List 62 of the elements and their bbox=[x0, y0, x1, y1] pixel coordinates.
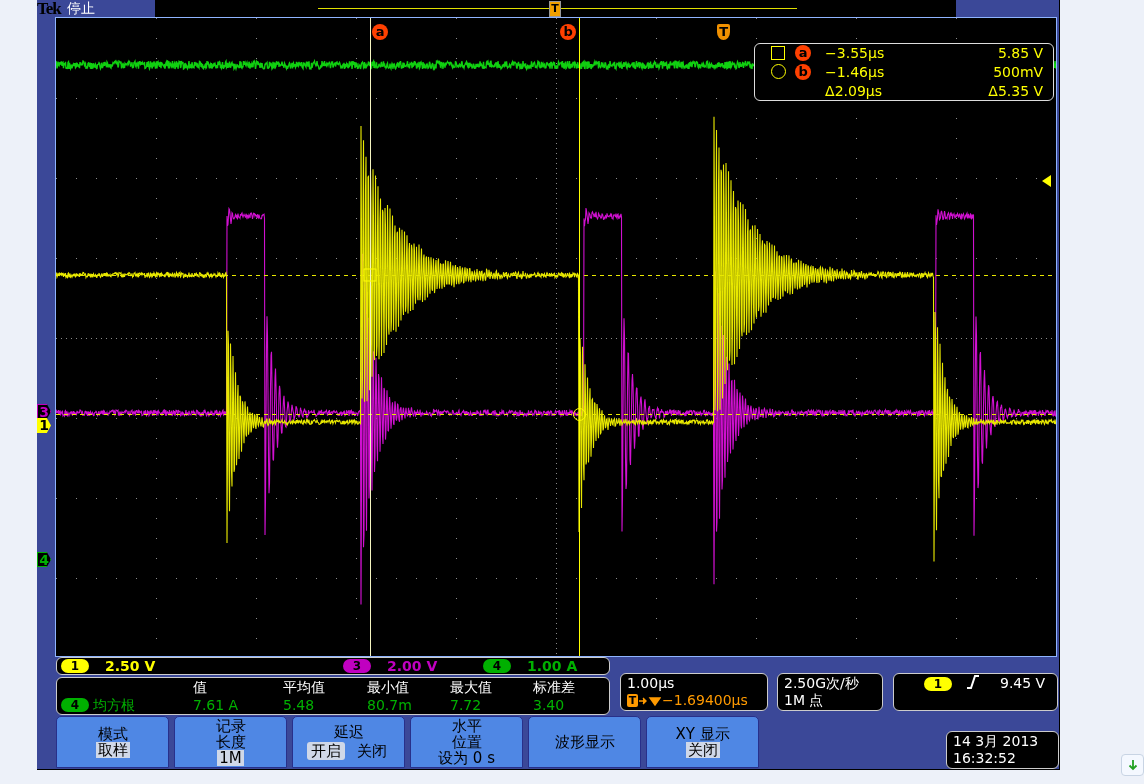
channel-badge: 4 bbox=[61, 698, 89, 712]
measurement-value: 3.40 bbox=[533, 696, 566, 714]
channel-marker: 3 bbox=[37, 404, 51, 419]
trigger-level: 9.45 V bbox=[1000, 675, 1046, 692]
channel-scale: 1.00 A bbox=[527, 658, 578, 674]
channel-marker: 4 bbox=[37, 552, 51, 567]
cursor-value: 5.85 V bbox=[996, 45, 1044, 62]
brand-logo: Tek bbox=[37, 0, 61, 17]
channel-scale: 2.00 V bbox=[387, 658, 438, 674]
cursor-line[interactable] bbox=[370, 18, 372, 656]
measurement-header: 最大值 bbox=[450, 678, 493, 696]
menu-button[interactable]: 记录 长度 1M bbox=[174, 716, 287, 768]
menu-button[interactable]: XY 显示 关闭 bbox=[646, 716, 759, 768]
channel-marker: 1 bbox=[37, 418, 51, 433]
down-arrow-icon bbox=[1126, 759, 1139, 771]
arrow-icon bbox=[639, 694, 661, 707]
menu-button[interactable]: 水平 位置 设为 0 s bbox=[410, 716, 523, 768]
cursor-value: Δ5.35 V bbox=[987, 82, 1044, 99]
measurement-header: 标准差 bbox=[533, 678, 576, 696]
cursor-time: −3.55µs bbox=[825, 45, 886, 62]
square-cursor-icon bbox=[363, 268, 377, 282]
trigger-marker: T bbox=[717, 24, 731, 40]
cursor-label: b bbox=[560, 24, 577, 40]
measurement-value: 5.48 bbox=[283, 696, 316, 714]
cursor-time: Δ2.09µs bbox=[825, 82, 884, 99]
channel-badge: 1 bbox=[924, 677, 952, 691]
cursor-line[interactable] bbox=[579, 18, 581, 656]
cursor-label: a bbox=[372, 24, 389, 40]
channel-badge: 4 bbox=[483, 659, 511, 673]
measurement-value: 7.72 bbox=[450, 696, 483, 714]
cursor-time: −1.46µs bbox=[825, 64, 886, 80]
circle-cursor-icon bbox=[573, 408, 587, 421]
cursor-label: a bbox=[795, 45, 812, 62]
measurement-header: 最小值 bbox=[367, 678, 410, 696]
time-text: 16:32:52 bbox=[953, 750, 1017, 767]
toggle-option[interactable]: 关闭 bbox=[352, 742, 391, 760]
cursor-label: b bbox=[795, 64, 812, 80]
trigger-position-marker: T bbox=[549, 1, 561, 17]
sample-rate: 2.50G次/秒 bbox=[784, 675, 860, 692]
channel-badge: 3 bbox=[343, 659, 371, 673]
trigger-level-icon bbox=[1042, 175, 1052, 187]
toggle-option[interactable]: 开启 bbox=[306, 742, 345, 760]
cursor-value: 500mV bbox=[992, 64, 1044, 80]
scroll-down-button[interactable] bbox=[1121, 754, 1144, 776]
measurement-value: 80.7m bbox=[367, 696, 413, 714]
date-text: 14 3月 2013 bbox=[953, 733, 1040, 750]
menu-button[interactable]: 延迟 开启 关闭 bbox=[292, 716, 405, 768]
channel-badge: 1 bbox=[61, 659, 89, 673]
trigger-offset: −1.69400µs bbox=[662, 692, 748, 709]
menu-button[interactable]: 模式 取样 bbox=[56, 716, 169, 768]
channel-scale: 2.50 V bbox=[105, 658, 156, 674]
record-length: 1M 点 bbox=[784, 692, 825, 709]
measurement-header: 值 bbox=[193, 678, 208, 696]
square-icon bbox=[771, 46, 786, 61]
rising-edge-icon bbox=[966, 675, 980, 689]
measurement-header: 平均值 bbox=[283, 678, 326, 696]
time-scale: 1.00µs bbox=[627, 675, 676, 692]
measurement-name: 均方根 bbox=[93, 696, 135, 714]
measurement-value: 7.61 A bbox=[193, 696, 240, 714]
acquisition-state: 停止 bbox=[66, 0, 95, 17]
trigger-marker: T bbox=[627, 694, 638, 707]
menu-button[interactable]: 波形显示 bbox=[528, 716, 641, 768]
